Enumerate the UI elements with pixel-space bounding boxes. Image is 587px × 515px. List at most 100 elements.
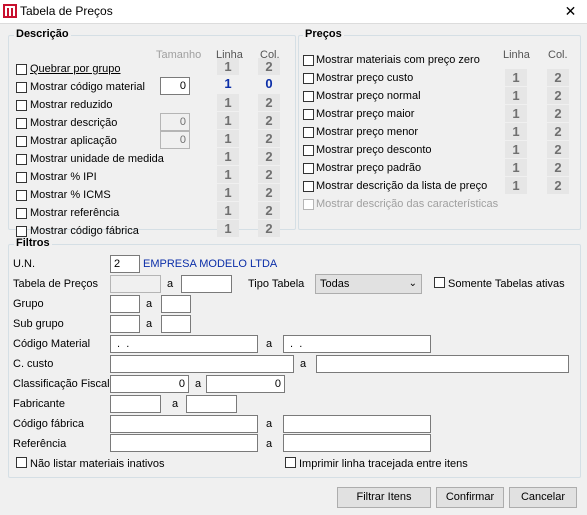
c-custo-a-label: a (300, 358, 307, 370)
descricao-row-label: Mostrar reduzido (30, 99, 113, 111)
tabela-from-input[interactable] (110, 275, 161, 293)
tamanho-input[interactable]: 0 (160, 131, 190, 149)
precos-checkbox[interactable] (303, 55, 314, 66)
linha-value: 1 (224, 76, 232, 91)
codigo-material-from-input[interactable]: . . (110, 335, 258, 353)
precos-checkbox[interactable] (303, 73, 314, 84)
grupo-from-input[interactable] (110, 295, 140, 313)
subgrupo-to-input[interactable] (161, 315, 191, 333)
tamanho-input[interactable]: 0 (160, 77, 190, 95)
un-input[interactable]: 2 (110, 255, 140, 273)
filtrar-itens-button[interactable]: Filtrar Itens (337, 487, 431, 508)
descricao-row-label: Mostrar unidade de medida (30, 153, 164, 165)
tabela-a-label: a (167, 278, 174, 290)
codigo-fabrica-to-input[interactable] (283, 415, 431, 433)
referencia-label: Referência (13, 438, 67, 450)
subgrupo-label: Sub grupo (13, 318, 64, 330)
fabricante-to-input[interactable] (186, 395, 237, 413)
descricao-checkbox[interactable] (16, 154, 27, 165)
subgrupo-a-label: a (146, 318, 153, 330)
precos-col-value: 2 (547, 177, 569, 194)
filtros-legend: Filtros (14, 237, 52, 249)
imprimir-linha-checkbox[interactable] (285, 457, 296, 468)
un-label: U.N. (13, 258, 35, 270)
codigo-material-to-input[interactable]: . . (283, 335, 431, 353)
descricao-checkbox[interactable] (16, 82, 27, 93)
precos-col-value: 2 (547, 87, 569, 104)
precos-row-label: Mostrar preço maior (316, 108, 415, 120)
descricao-checkbox[interactable] (16, 190, 27, 201)
app-icon (3, 4, 17, 18)
descricao-checkbox[interactable] (16, 172, 27, 183)
tipo-tabela-value: Todas (320, 278, 350, 290)
descricao-checkbox[interactable] (16, 226, 27, 237)
window-title: Tabela de Preços (20, 4, 113, 18)
linha-value: 1 (217, 112, 239, 129)
precos-row-label: Mostrar preço desconto (316, 144, 432, 156)
precos-checkbox[interactable] (303, 109, 314, 120)
col-value: 2 (258, 202, 280, 219)
somente-ativas-label: Somente Tabelas ativas (448, 278, 565, 290)
precos-col-value: 2 (547, 159, 569, 176)
cancelar-button[interactable]: Cancelar (509, 487, 577, 508)
classificacao-to-input[interactable]: 0 (206, 375, 285, 393)
descricao-legend: Descrição (14, 28, 71, 40)
col-value: 2 (258, 166, 280, 183)
grupo-a-label: a (146, 298, 153, 310)
precos-checkbox (303, 199, 314, 210)
subgrupo-from-input[interactable] (110, 315, 140, 333)
col-value: 2 (258, 148, 280, 165)
linha-value: 1 (217, 148, 239, 165)
precos-checkbox[interactable] (303, 163, 314, 174)
tabela-to-input[interactable] (181, 275, 232, 293)
col-value: 0 (265, 76, 273, 91)
close-button[interactable]: ✕ (555, 0, 586, 22)
linha-value: 1 (217, 220, 239, 237)
c-custo-from-input[interactable] (110, 355, 294, 373)
codigo-material-label: Código Material (13, 338, 91, 350)
linha-value: 1 (217, 184, 239, 201)
descricao-checkbox[interactable] (16, 118, 27, 129)
tipo-tabela-select[interactable]: Todas ⌄ (315, 274, 422, 294)
precos-row-label: Mostrar preço custo (316, 72, 414, 84)
precos-col-value: 2 (547, 69, 569, 86)
descricao-checkbox[interactable] (16, 208, 27, 219)
descricao-row-label: Mostrar descrição (30, 117, 118, 129)
col-value: 2 (258, 94, 280, 111)
linha-value: 1 (217, 202, 239, 219)
somente-ativas-checkbox[interactable] (434, 277, 445, 288)
precos-legend: Preços (303, 28, 344, 40)
col-value: 2 (258, 184, 280, 201)
precos-row-label: Mostrar preço normal (316, 90, 421, 102)
precos-row-label: Mostrar descrição da lista de preço (316, 180, 488, 192)
precos-checkbox[interactable] (303, 127, 314, 138)
col-value: 2 (258, 220, 280, 237)
precos-checkbox[interactable] (303, 91, 314, 102)
descricao-checkbox[interactable] (16, 100, 27, 111)
descricao-checkbox[interactable] (16, 64, 27, 75)
precos-checkbox[interactable] (303, 181, 314, 192)
fabricante-from-input[interactable] (110, 395, 161, 413)
referencia-to-input[interactable] (283, 434, 431, 452)
precos-col-value: 2 (547, 123, 569, 140)
codigo-fabrica-a-label: a (266, 418, 273, 430)
fabricante-a-label: a (172, 398, 179, 410)
col-value: 2 (258, 112, 280, 129)
c-custo-to-input[interactable] (316, 355, 569, 373)
classificacao-from-input[interactable]: 0 (110, 375, 189, 393)
referencia-from-input[interactable] (110, 434, 258, 452)
descricao-checkbox[interactable] (16, 136, 27, 147)
linha-value: 1 (217, 130, 239, 147)
precos-linha-value: 1 (505, 87, 527, 104)
header-tamanho: Tamanho (156, 49, 202, 61)
confirmar-button[interactable]: Confirmar (436, 487, 504, 508)
precos-checkbox[interactable] (303, 145, 314, 156)
precos-header-col: Col. (548, 49, 568, 61)
tamanho-input[interactable]: 0 (160, 113, 190, 131)
grupo-to-input[interactable] (161, 295, 191, 313)
codigo-fabrica-from-input[interactable] (110, 415, 258, 433)
imprimir-linha-label: Imprimir linha tracejada entre itens (299, 458, 468, 470)
tipo-tabela-label: Tipo Tabela (248, 278, 305, 290)
nao-listar-inativos-checkbox[interactable] (16, 457, 27, 468)
precos-row-label: Mostrar materiais com preço zero (316, 54, 480, 66)
